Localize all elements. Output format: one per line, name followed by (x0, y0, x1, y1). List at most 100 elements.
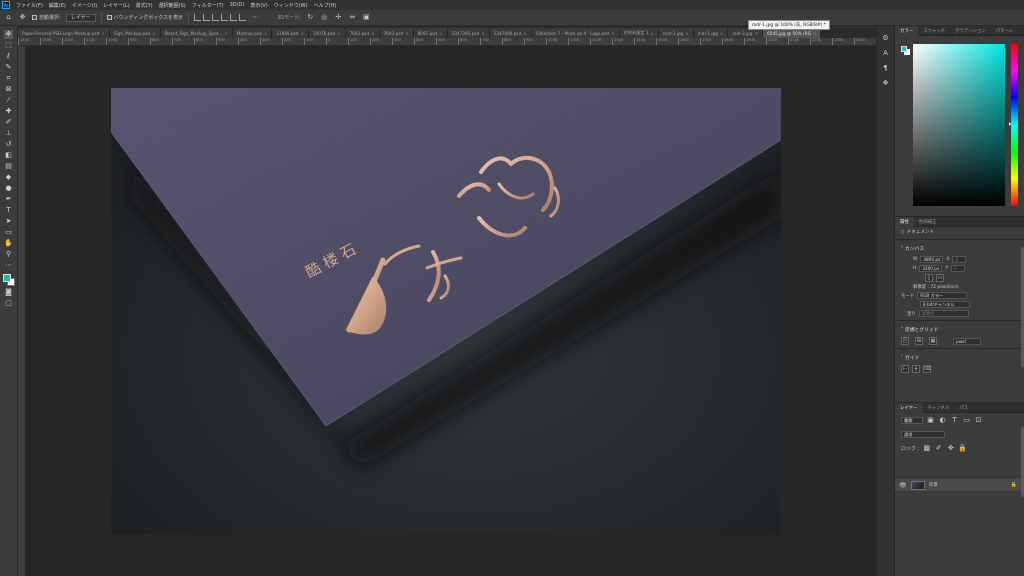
eyedropper-tool-icon[interactable]: ⁄ (4, 96, 13, 105)
ruler-unit-select[interactable]: pixel (953, 337, 981, 345)
clear-guides-icon[interactable]: ⌫ (923, 365, 931, 373)
document-tab[interactable]: 7643.psd × (379, 28, 414, 38)
lasso-tool-icon[interactable]: ℓ (4, 52, 13, 61)
document-tab[interactable]: 8097.psd × (413, 28, 448, 38)
paragraph-panel-icon[interactable]: ¶ (881, 64, 890, 73)
align-bottom-icon[interactable] (212, 14, 220, 21)
brush-tool-icon[interactable]: ✐ (4, 118, 13, 127)
rulers-grid-heading[interactable]: › 定規とグリッド (895, 323, 1024, 336)
document-tab[interactable]: Sign_Mockup.psd × (109, 28, 161, 38)
menu-file[interactable]: ファイル(F) (13, 2, 46, 9)
3d-pan-icon[interactable]: ✢ (334, 13, 343, 22)
gradient-tool-icon[interactable]: ▤ (4, 162, 13, 171)
align-top-icon[interactable] (194, 14, 202, 21)
hue-slider-marker[interactable] (1009, 122, 1011, 126)
guide-layout-icon[interactable]: ⊢ (901, 365, 909, 373)
tools-preset-icon[interactable]: ✥ (881, 79, 890, 88)
photoshop-logo-icon[interactable]: Ps (2, 1, 10, 9)
document-tab[interactable]: 10076.psd × (308, 28, 346, 38)
close-icon[interactable]: × (439, 31, 443, 36)
lock-all-icon[interactable]: 🔒 (958, 444, 967, 453)
document-tab[interactable]: 11849.psd × (272, 28, 309, 38)
tab-color[interactable]: カラー (895, 25, 919, 36)
document-tab[interactable]: Paper-Pressed-PSD-Logo-Mockup.psd × (18, 28, 110, 38)
menu-help[interactable]: ヘルプ(H) (311, 2, 340, 9)
hue-slider[interactable] (1011, 44, 1018, 206)
tab-channels[interactable]: チャンネル (922, 403, 954, 413)
healing-brush-tool-icon[interactable]: ✚ (4, 107, 13, 116)
blend-mode-select[interactable]: 通常 (901, 431, 945, 438)
fill-select[interactable]: 背景色 (918, 310, 969, 317)
clone-stamp-tool-icon[interactable]: ⊥ (4, 129, 13, 138)
blur-tool-icon[interactable]: ◆ (4, 173, 13, 182)
document-tab[interactable]: Collection 7 - Mock up 4 - Logo.psd × (531, 28, 620, 38)
history-brush-tool-icon[interactable]: ↺ (4, 140, 13, 149)
close-icon[interactable]: × (152, 31, 156, 36)
canvas-heading[interactable]: › カンバス (895, 242, 1024, 255)
lock-position-icon[interactable]: ✥ (946, 444, 955, 453)
color-panel-swatches[interactable] (901, 46, 910, 55)
tab-gradients[interactable]: グラデーション (950, 26, 991, 36)
move-tool-preset-icon[interactable]: ✥ (18, 13, 27, 22)
document-tab[interactable]: 7642.psd × (345, 28, 380, 38)
close-icon[interactable]: × (720, 31, 724, 36)
landscape-icon[interactable]: ▭ (936, 274, 944, 282)
ruler-icon[interactable]: ◰ (901, 337, 909, 345)
menu-edit[interactable]: 編集(E) (46, 2, 69, 9)
guides-heading[interactable]: › ガイド (895, 351, 1024, 364)
canvas-height-input[interactable]: 3200 px (919, 265, 943, 272)
filter-shape-icon[interactable]: ▭ (962, 416, 971, 425)
tab-paths[interactable]: パス (954, 403, 973, 413)
document-tab[interactable]: Street_Sign_Mockup_Spot... × (160, 28, 233, 38)
path-select-tool-icon[interactable]: ➤ (4, 217, 13, 226)
3d-orbit-icon[interactable]: ↻ (306, 13, 315, 22)
close-icon[interactable]: × (523, 31, 527, 36)
hand-tool-icon[interactable]: ✋ (4, 239, 13, 248)
show-transform-controls-checkbox[interactable]: バウンディングボックスを表示 (106, 14, 183, 21)
screen-mode-icon[interactable]: ▢ (4, 299, 13, 308)
filter-type-icon[interactable]: T (950, 416, 959, 425)
close-icon[interactable]: × (101, 31, 105, 36)
canvas-y-input[interactable]: 0 (951, 265, 966, 272)
close-icon[interactable]: × (337, 31, 341, 36)
3d-slide-icon[interactable]: ⇔ (348, 13, 357, 22)
close-icon[interactable]: × (264, 31, 268, 36)
color-swatches[interactable] (2, 274, 15, 286)
canvas-x-input[interactable]: 0 (952, 256, 967, 263)
more-tools-icon[interactable]: ⋯ (4, 261, 13, 270)
canvas-workspace[interactable]: 酷 楼 石 (26, 46, 876, 576)
align-middle-icon[interactable] (203, 14, 211, 21)
auto-select-checkbox[interactable]: 自動選択: (32, 14, 61, 21)
character-panel-icon[interactable]: A (881, 49, 890, 58)
crop-tool-icon[interactable]: ⌗ (4, 74, 13, 83)
color-mode-select[interactable]: RGB カラー (917, 292, 968, 299)
color-picker-field[interactable] (913, 44, 1005, 206)
close-icon[interactable]: × (481, 31, 485, 36)
layer-kind-filter[interactable]: 種類 (901, 417, 923, 424)
foreground-color-swatch[interactable] (2, 274, 11, 282)
rectangle-tool-icon[interactable]: ▭ (4, 228, 13, 237)
lock-image-icon[interactable]: ✐ (934, 444, 943, 453)
portrait-icon[interactable]: ▯ (925, 274, 933, 282)
auto-select-target-select[interactable]: レイヤー (65, 13, 96, 22)
tab-properties[interactable]: 属性 (895, 216, 914, 227)
eye-icon[interactable]: 👁 (899, 482, 907, 489)
grid-icon[interactable]: ⊞ (915, 337, 923, 345)
document-tab[interactable]: mdr-1.jpg × (693, 28, 729, 38)
tab-adjustments[interactable]: 色調補正 (914, 217, 942, 227)
quick-mask-icon[interactable]: ◙ (4, 288, 13, 297)
eraser-tool-icon[interactable]: ◧ (4, 151, 13, 160)
3d-roll-icon[interactable]: ◎ (320, 13, 329, 22)
3d-scale-icon[interactable]: ▣ (362, 13, 371, 22)
dodge-tool-icon[interactable]: ● (4, 184, 13, 193)
tab-swatches[interactable]: スウォッチ (918, 26, 950, 36)
horizontal-ruler[interactable]: 1400 1300 1200 1100 1000 900 800 700 600 500 400 30… (18, 38, 876, 46)
tab-patterns[interactable]: パターン (991, 26, 1018, 36)
menu-type[interactable]: 書式(Y) (133, 2, 156, 9)
close-icon[interactable]: × (813, 31, 817, 36)
adjust-panel-icon[interactable]: ⚙ (881, 34, 890, 43)
align-left-icon[interactable] (221, 14, 229, 21)
menu-select[interactable]: 選択範囲(S) (156, 2, 189, 9)
document-tab[interactable]: 名称未設定 1 × (619, 28, 659, 38)
pen-tool-icon[interactable]: ✒ (4, 195, 13, 204)
